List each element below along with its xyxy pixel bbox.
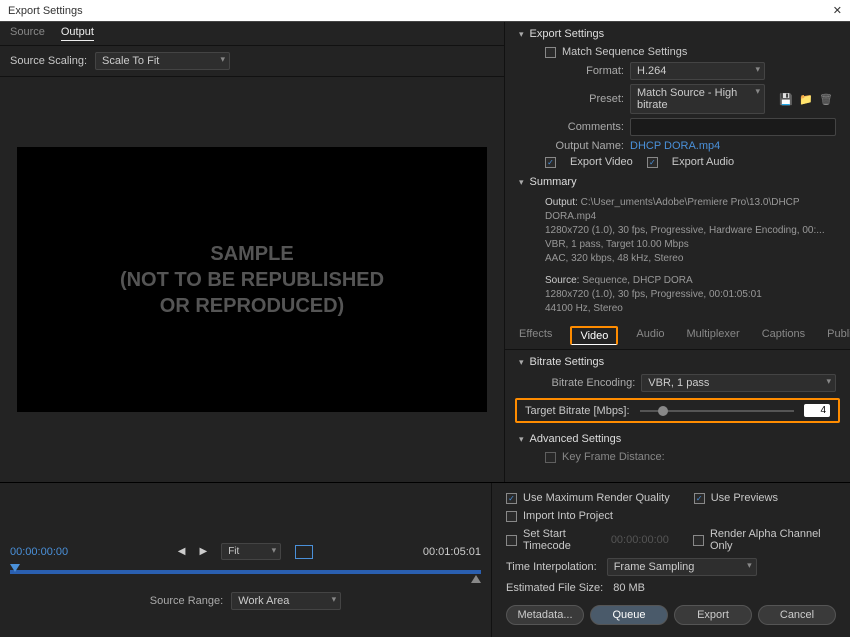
source-scaling-label: Source Scaling:: [10, 55, 87, 67]
left-preview-panel: Source Output Source Scaling: Scale To F…: [0, 22, 505, 482]
preset-label: Preset:: [519, 93, 624, 105]
titlebar: Export Settings ✕: [0, 0, 850, 22]
use-previews-label: Use Previews: [711, 492, 778, 504]
cancel-button[interactable]: Cancel: [758, 605, 836, 625]
render-alpha-checkbox[interactable]: [693, 535, 704, 546]
format-dropdown[interactable]: H.264: [630, 62, 765, 80]
section-export-settings[interactable]: Export Settings: [505, 22, 850, 44]
delete-preset-icon[interactable]: 🗑: [819, 92, 833, 106]
keyframe-distance-checkbox[interactable]: [545, 452, 556, 463]
zoom-fit-dropdown[interactable]: Fit: [221, 543, 281, 560]
time-interp-label: Time Interpolation:: [506, 561, 597, 573]
source-range-dropdown[interactable]: Work Area: [231, 592, 341, 610]
section-summary[interactable]: Summary: [505, 170, 850, 192]
summary-source: Source: Sequence, DHCP DORA 1280x720 (1.…: [505, 270, 850, 320]
preview-tabs: Source Output: [0, 22, 504, 46]
set-start-tc-checkbox[interactable]: [506, 535, 517, 546]
render-alpha-label: Render Alpha Channel Only: [710, 528, 836, 552]
tab-source[interactable]: Source: [10, 26, 45, 41]
tab-effects[interactable]: Effects: [515, 326, 556, 345]
tab-multiplexer[interactable]: Multiplexer: [683, 326, 744, 345]
slider-thumb-icon[interactable]: [658, 406, 668, 416]
close-icon[interactable]: ✕: [833, 4, 842, 17]
tab-publish[interactable]: Publish: [823, 326, 850, 345]
import-project-checkbox[interactable]: [506, 511, 517, 522]
section-bitrate[interactable]: Bitrate Settings: [505, 350, 850, 372]
export-options-panel: ✓ Use Maximum Render Quality ✓ Use Previ…: [492, 483, 850, 637]
source-range-label: Source Range:: [150, 595, 223, 607]
tab-output[interactable]: Output: [61, 26, 94, 41]
step-back-icon[interactable]: ◀: [178, 546, 186, 557]
target-bitrate-value[interactable]: 4: [804, 404, 830, 417]
queue-button[interactable]: Queue: [590, 605, 668, 625]
start-tc-value: 00:00:00:00: [611, 534, 669, 546]
output-name-label: Output Name:: [519, 140, 624, 152]
keyframe-distance-label: Key Frame Distance:: [562, 451, 665, 463]
tab-video[interactable]: Video: [570, 326, 618, 345]
export-audio-checkbox[interactable]: ✓: [647, 157, 658, 168]
match-sequence-label: Match Sequence Settings: [562, 46, 687, 58]
timeline-bar[interactable]: [10, 570, 481, 574]
right-settings-panel: Export Settings Match Sequence Settings …: [505, 22, 850, 482]
import-project-label: Import Into Project: [523, 510, 613, 522]
export-video-label: Export Video: [570, 156, 633, 168]
target-bitrate-row: Target Bitrate [Mbps]: 4: [515, 398, 840, 423]
video-preview: SAMPLE (NOT TO BE REPUBLISHED OR REPRODU…: [17, 147, 487, 412]
use-max-quality-label: Use Maximum Render Quality: [523, 492, 670, 504]
preset-dropdown[interactable]: Match Source - High bitrate: [630, 84, 765, 114]
comments-label: Comments:: [519, 121, 624, 133]
section-advanced[interactable]: Advanced Settings: [505, 427, 850, 449]
bitrate-encoding-label: Bitrate Encoding:: [519, 377, 635, 389]
source-scaling-dropdown[interactable]: Scale To Fit: [95, 52, 230, 70]
import-preset-icon[interactable]: 📁: [799, 92, 813, 106]
timecode-out[interactable]: 00:01:05:01: [423, 546, 481, 558]
est-size-value: 80 MB: [613, 582, 645, 594]
export-button[interactable]: Export: [674, 605, 752, 625]
bitrate-encoding-dropdown[interactable]: VBR, 1 pass: [641, 374, 836, 392]
target-bitrate-label: Target Bitrate [Mbps]:: [525, 405, 630, 417]
settings-tabs: Effects Video Audio Multiplexer Captions…: [505, 320, 850, 350]
export-audio-label: Export Audio: [672, 156, 734, 168]
use-previews-checkbox[interactable]: ✓: [694, 493, 705, 504]
comments-input[interactable]: [630, 118, 836, 136]
format-label: Format:: [519, 65, 624, 77]
step-fwd-icon[interactable]: ▶: [200, 546, 208, 557]
set-start-tc-label: Set Start Timecode: [523, 528, 605, 552]
est-size-label: Estimated File Size:: [506, 582, 603, 594]
summary-output: Output: C:\User_uments\Adobe\Premiere Pr…: [505, 192, 850, 270]
timeline-panel: 00:00:00:00 ◀ ▶ Fit 00:01:05:01 Source R…: [0, 483, 492, 637]
match-sequence-checkbox[interactable]: [545, 47, 556, 58]
aspect-ratio-icon[interactable]: [295, 545, 313, 559]
target-bitrate-slider[interactable]: [640, 410, 794, 412]
window-title: Export Settings: [8, 5, 83, 17]
timecode-in[interactable]: 00:00:00:00: [10, 546, 68, 558]
metadata-button[interactable]: Metadata...: [506, 605, 584, 625]
output-name-link[interactable]: DHCP DORA.mp4: [630, 140, 720, 152]
time-interp-dropdown[interactable]: Frame Sampling: [607, 558, 757, 576]
save-preset-icon[interactable]: 💾: [779, 92, 793, 106]
export-video-checkbox[interactable]: ✓: [545, 157, 556, 168]
tab-captions[interactable]: Captions: [758, 326, 809, 345]
tab-audio[interactable]: Audio: [632, 326, 668, 345]
use-max-quality-checkbox[interactable]: ✓: [506, 493, 517, 504]
